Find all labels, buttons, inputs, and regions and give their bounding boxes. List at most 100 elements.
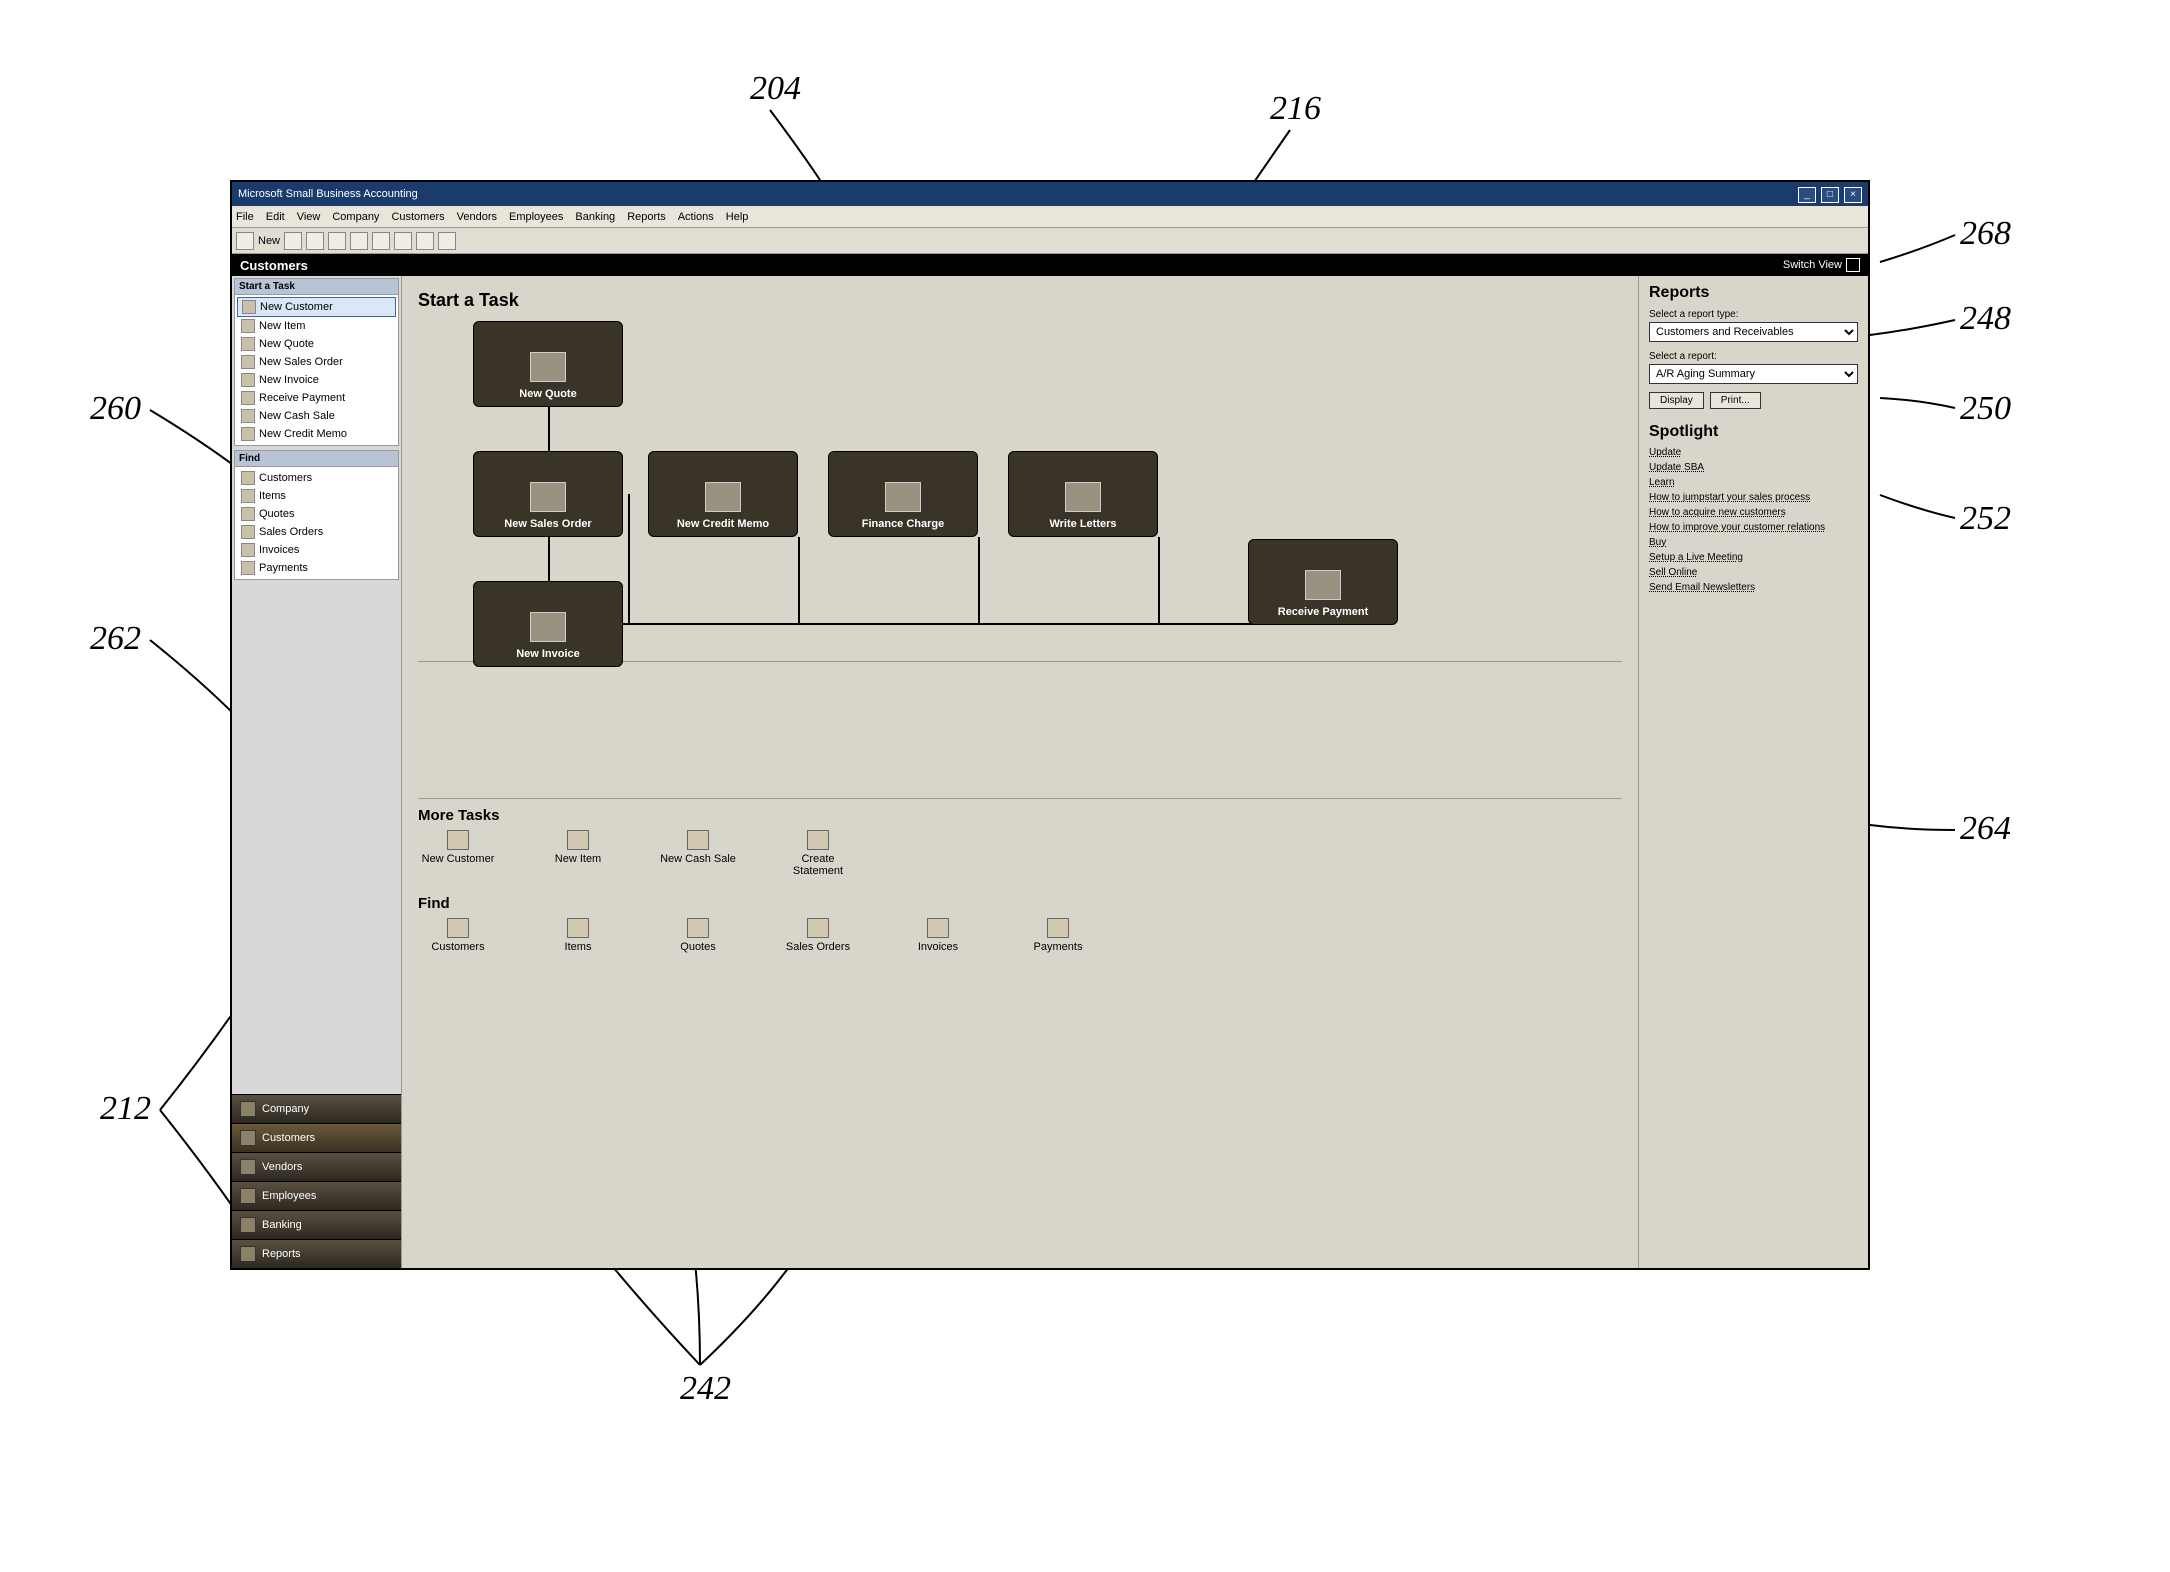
menu-employees[interactable]: Employees: [509, 211, 563, 223]
quotes-icon: [241, 507, 255, 521]
find-invoices[interactable]: Invoices: [898, 918, 978, 953]
find-item-invoices[interactable]: Invoices: [237, 541, 396, 559]
find-customers[interactable]: Customers: [418, 918, 498, 953]
close-icon[interactable]: ×: [1844, 187, 1862, 203]
titlebar: Microsoft Small Business Accounting _ □ …: [232, 182, 1868, 206]
toolbar-btn[interactable]: [306, 232, 324, 250]
callout-250: 250: [1960, 390, 2011, 428]
spotlight-link[interactable]: Setup a Live Meeting: [1649, 552, 1858, 563]
sidebar-item-new-sales-order[interactable]: New Sales Order: [237, 353, 396, 371]
sidebar-item-new-customer[interactable]: New Customer: [237, 297, 396, 317]
print-button[interactable]: Print...: [1710, 392, 1761, 409]
window-controls: _ □ ×: [1796, 182, 1862, 206]
nav-vendors[interactable]: Vendors: [232, 1152, 401, 1181]
callout-248: 248: [1960, 300, 2011, 338]
find-item-items[interactable]: Items: [237, 487, 396, 505]
menu-vendors[interactable]: Vendors: [457, 211, 497, 223]
toolbar-new-label[interactable]: New: [258, 235, 280, 247]
toolbar-btn[interactable]: [284, 232, 302, 250]
nav-stack: Company Customers Vendors Employees Bank…: [232, 1094, 401, 1268]
tile-finance-charge[interactable]: Finance Charge: [828, 451, 978, 537]
find-item-customers[interactable]: Customers: [237, 469, 396, 487]
display-button[interactable]: Display: [1649, 392, 1704, 409]
find-quotes[interactable]: Quotes: [658, 918, 738, 953]
nav-employees[interactable]: Employees: [232, 1181, 401, 1210]
find-items[interactable]: Items: [538, 918, 618, 953]
spotlight-link[interactable]: Buy: [1649, 537, 1858, 548]
menu-banking[interactable]: Banking: [575, 211, 615, 223]
task-label: New Item: [555, 853, 601, 865]
menu-reports[interactable]: Reports: [627, 211, 666, 223]
menu-help[interactable]: Help: [726, 211, 749, 223]
switch-view-icon[interactable]: [1846, 258, 1860, 272]
spotlight-link[interactable]: How to acquire new customers: [1649, 507, 1858, 518]
sidebar-item-label: New Quote: [259, 338, 314, 350]
spotlight-link[interactable]: Sell Online: [1649, 567, 1858, 578]
nav-company[interactable]: Company: [232, 1094, 401, 1123]
switch-view-link[interactable]: Switch View: [1783, 259, 1842, 271]
task-new-cash-sale[interactable]: New Cash Sale: [658, 830, 738, 877]
toolbar-btn[interactable]: [438, 232, 456, 250]
task-new-item[interactable]: New Item: [538, 830, 618, 877]
report-type-select[interactable]: Customers and Receivables: [1649, 322, 1858, 342]
sidebar-item-receive-payment[interactable]: Receive Payment: [237, 389, 396, 407]
toolbar: New: [232, 228, 1868, 254]
toolbar-btn[interactable]: [372, 232, 390, 250]
maximize-icon[interactable]: □: [1821, 187, 1839, 203]
minimize-icon[interactable]: _: [1798, 187, 1816, 203]
task-label: Payments: [1034, 941, 1083, 953]
menu-file[interactable]: File: [236, 211, 254, 223]
nav-label: Customers: [262, 1132, 315, 1144]
find-quotes-icon: [687, 918, 709, 938]
nav-banking[interactable]: Banking: [232, 1210, 401, 1239]
toolbar-btn[interactable]: [416, 232, 434, 250]
sidebar-item-new-cash-sale[interactable]: New Cash Sale: [237, 407, 396, 425]
menu-edit[interactable]: Edit: [266, 211, 285, 223]
sidebar-item-new-quote[interactable]: New Quote: [237, 335, 396, 353]
report-select[interactable]: A/R Aging Summary: [1649, 364, 1858, 384]
tile-write-letters[interactable]: Write Letters: [1008, 451, 1158, 537]
tile-new-invoice[interactable]: New Invoice: [473, 581, 623, 667]
banking-icon: [240, 1217, 256, 1233]
find-item-quotes[interactable]: Quotes: [237, 505, 396, 523]
credit-memo-icon: [241, 427, 255, 441]
toolbar-btn[interactable]: [394, 232, 412, 250]
sidebar-item-new-credit-memo[interactable]: New Credit Memo: [237, 425, 396, 443]
menu-company[interactable]: Company: [332, 211, 379, 223]
spotlight-link[interactable]: Learn: [1649, 477, 1858, 488]
spotlight-link[interactable]: How to jumpstart your sales process: [1649, 492, 1858, 503]
invoice-icon: [241, 373, 255, 387]
find-payments[interactable]: Payments: [1018, 918, 1098, 953]
toolbar-btn[interactable]: [236, 232, 254, 250]
spotlight-link[interactable]: Update: [1649, 447, 1858, 458]
sidebar-item-label: New Credit Memo: [259, 428, 347, 440]
tile-new-credit-memo[interactable]: New Credit Memo: [648, 451, 798, 537]
find-sales-orders[interactable]: Sales Orders: [778, 918, 858, 953]
spotlight-link[interactable]: Update SBA: [1649, 462, 1858, 473]
sidebar-item-new-invoice[interactable]: New Invoice: [237, 371, 396, 389]
sidebar-item-label: New Cash Sale: [259, 410, 335, 422]
tile-new-quote[interactable]: New Quote: [473, 321, 623, 407]
nav-customers[interactable]: Customers: [232, 1123, 401, 1152]
spotlight-link[interactable]: How to improve your customer relations: [1649, 522, 1858, 533]
sidebar-item-new-item[interactable]: New Item: [237, 317, 396, 335]
payments-icon: [241, 561, 255, 575]
menu-customers[interactable]: Customers: [391, 211, 444, 223]
find-item-payments[interactable]: Payments: [237, 559, 396, 577]
nav-reports[interactable]: Reports: [232, 1239, 401, 1268]
menu-view[interactable]: View: [297, 211, 321, 223]
spotlight-link[interactable]: Send Email Newsletters: [1649, 582, 1858, 593]
toolbar-btn[interactable]: [350, 232, 368, 250]
menu-actions[interactable]: Actions: [678, 211, 714, 223]
sidebar-item-label: Invoices: [259, 544, 299, 556]
tile-receive-payment[interactable]: Receive Payment: [1248, 539, 1398, 625]
task-create-statement[interactable]: Create Statement: [778, 830, 858, 877]
find-row: Customers Items Quotes Sales Orders Invo…: [418, 918, 1622, 953]
find-item-sales-orders[interactable]: Sales Orders: [237, 523, 396, 541]
task-label: Quotes: [680, 941, 715, 953]
task-new-customer[interactable]: New Customer: [418, 830, 498, 877]
employees-icon: [240, 1188, 256, 1204]
task-label: Invoices: [918, 941, 958, 953]
toolbar-btn[interactable]: [328, 232, 346, 250]
tile-new-sales-order[interactable]: New Sales Order: [473, 451, 623, 537]
